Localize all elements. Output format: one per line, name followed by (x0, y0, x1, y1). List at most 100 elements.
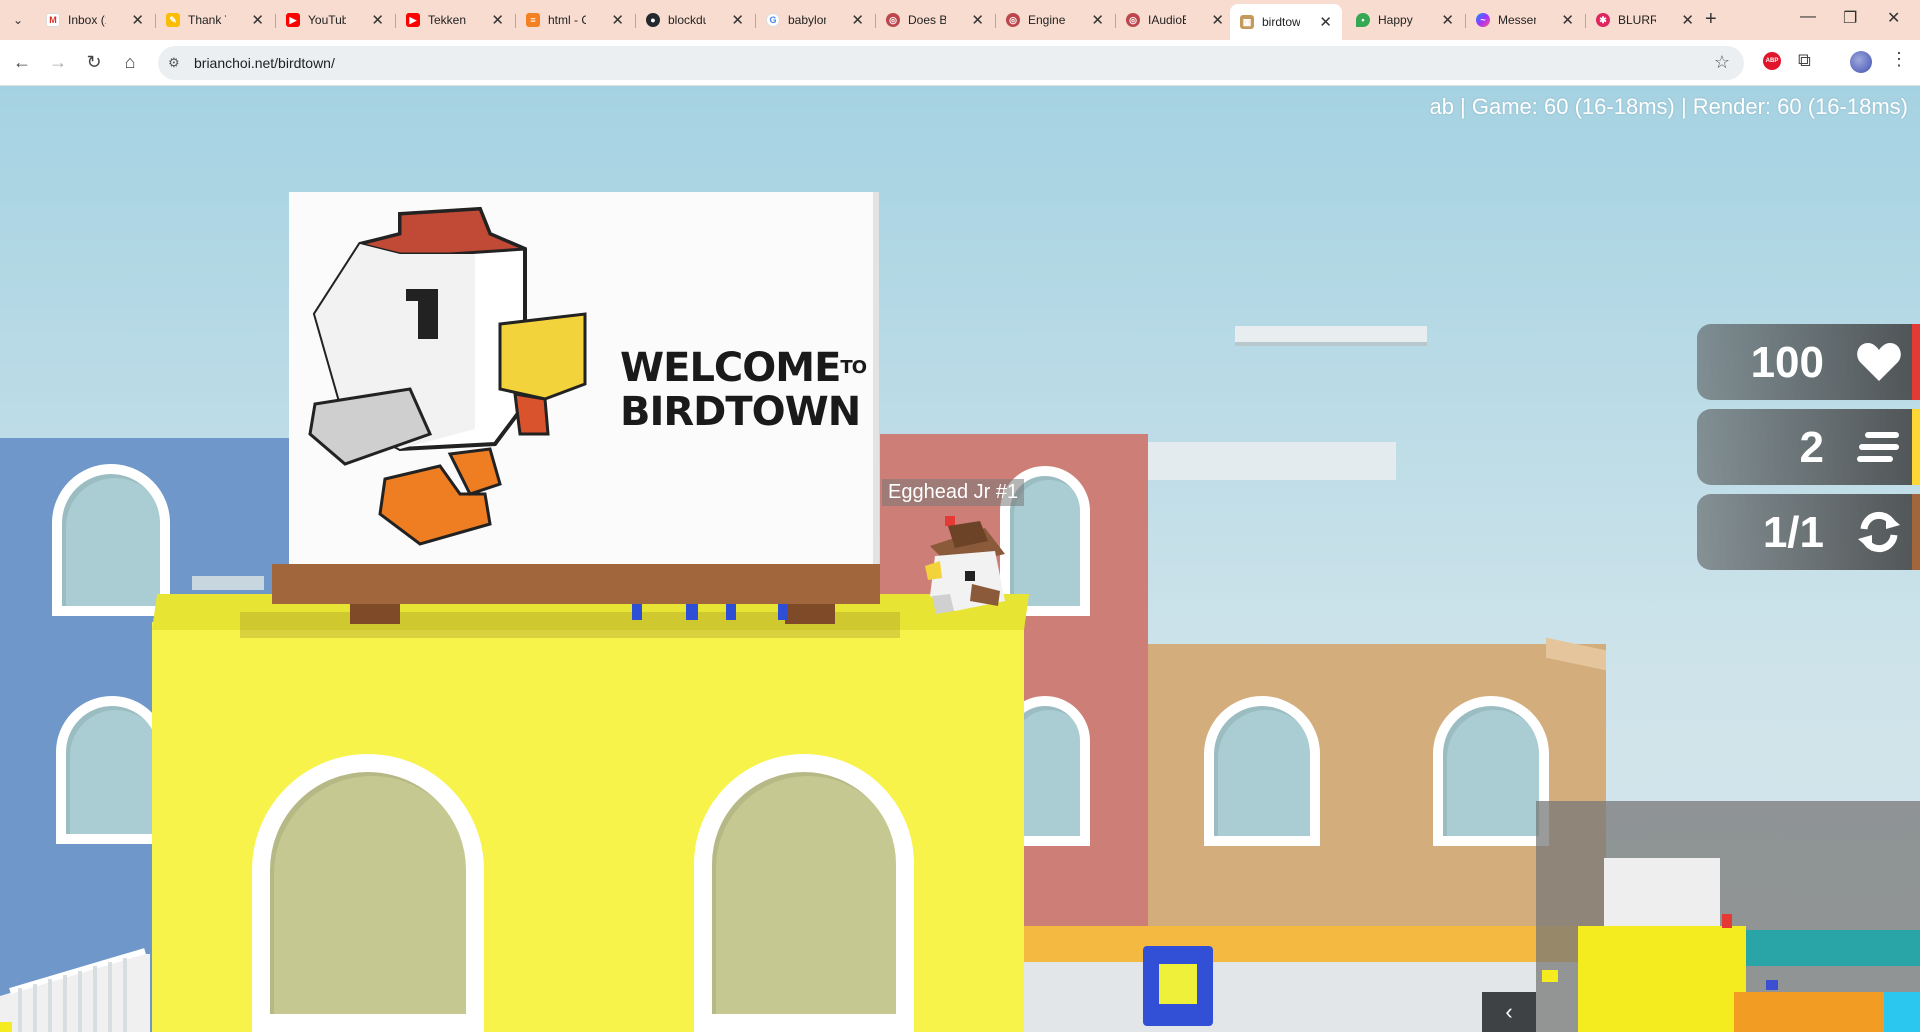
performance-counter: ab | Game: 60 (16-18ms) | Render: 60 (16… (1429, 94, 1908, 119)
extensions-icon[interactable]: ⧉ (1798, 50, 1811, 71)
respawn-accent (1912, 494, 1920, 570)
close-icon[interactable]: ✕ (731, 11, 744, 29)
tab-title: Tekken 3 (428, 13, 466, 27)
white-block (1604, 858, 1720, 934)
close-icon[interactable]: ✕ (1211, 11, 1224, 29)
close-icon[interactable]: ✕ (1091, 11, 1104, 29)
blurr-icon: ✱ (1596, 13, 1610, 27)
respawn-panel: 1/1 (1697, 494, 1920, 570)
orange-ledge (1020, 926, 1600, 962)
ammo-icon (1854, 423, 1904, 471)
tab-title: BLURR K (1618, 13, 1656, 27)
close-icon[interactable]: ✕ (251, 11, 264, 29)
reload-icon[interactable]: ↻ (82, 52, 106, 73)
close-icon[interactable]: ✕ (611, 11, 624, 29)
player-character (910, 506, 1020, 616)
home-icon[interactable]: ⌂ (118, 52, 142, 73)
railing (0, 946, 150, 1032)
tab-title: Does BJS (908, 13, 946, 27)
close-icon[interactable]: ✕ (1319, 13, 1332, 31)
ammo-value: 2 (1799, 423, 1824, 472)
restore-icon[interactable]: ❐ (1843, 8, 1857, 28)
tab-title: babylonj (788, 13, 826, 27)
babylon-icon: ◎ (886, 13, 900, 27)
close-icon[interactable]: ✕ (491, 11, 504, 29)
billboard-line2: BIRDTOWN (620, 389, 861, 435)
yellow-block (1578, 926, 1746, 1032)
address-bar[interactable]: ⚙ brianchoi.net/birdtown/ ☆ (158, 46, 1744, 80)
health-value: 100 (1750, 338, 1824, 387)
teal-block (1746, 930, 1920, 966)
orange-block (1734, 992, 1884, 1032)
tab-search-button[interactable]: ⌄ (6, 8, 30, 32)
tab-blurr[interactable]: ✱ BLURR K ✕ (1586, 6, 1704, 34)
billboard-base (272, 564, 880, 604)
tab-happy[interactable]: • Happy F ✕ (1346, 6, 1464, 34)
billboard-text: WELCOMETO BIRDTOWN (620, 346, 867, 435)
adblock-icon[interactable]: ABP (1763, 52, 1781, 70)
babylon-icon: ◎ (1126, 13, 1140, 27)
tab-babylonjs[interactable]: G babylonj ✕ (756, 6, 874, 34)
tab-does-bjs[interactable]: ◎ Does BJS ✕ (876, 6, 994, 34)
minimize-icon[interactable]: — (1800, 8, 1816, 26)
url-text[interactable]: brianchoi.net/birdtown/ (194, 55, 335, 71)
heart-icon (1854, 338, 1904, 386)
tab-thank-you[interactable]: ✎ Thank Yo ✕ (156, 6, 274, 34)
respawn-icon (1854, 508, 1904, 556)
floating-platform (1235, 326, 1427, 342)
close-icon[interactable]: ✕ (851, 11, 864, 29)
tab-inbox[interactable]: M Inbox (1 ✕ (36, 6, 154, 34)
close-icon[interactable]: ✕ (971, 11, 984, 29)
tab-youtube[interactable]: ▶ YouTube ✕ (276, 6, 394, 34)
window-close-icon[interactable]: ✕ (1887, 8, 1900, 28)
health-panel: 100 (1697, 324, 1920, 400)
tab-blockduck[interactable]: ● blockduc ✕ (636, 6, 754, 34)
profile-avatar[interactable] (1850, 51, 1872, 73)
back-icon[interactable]: ← (10, 52, 34, 73)
tab-messenger[interactable]: ~ Messeng ✕ (1466, 6, 1584, 34)
github-icon: ● (646, 13, 660, 27)
tab-title: IAudioEn (1148, 13, 1186, 27)
tab-title: Thank Yo (188, 13, 226, 27)
stackoverflow-icon: ≡ (526, 13, 540, 27)
close-icon[interactable]: ✕ (1441, 11, 1454, 29)
tab-engine[interactable]: ◎ EngineO ✕ (996, 6, 1114, 34)
window (1433, 696, 1549, 846)
collapse-panel-button[interactable]: ‹ (1482, 992, 1536, 1032)
billboard-to: TO (840, 357, 867, 378)
tab-tekken[interactable]: ▶ Tekken 3 ✕ (396, 6, 514, 34)
close-icon[interactable]: ✕ (1681, 11, 1694, 29)
menu-icon[interactable]: ⋮ (1890, 49, 1908, 70)
tab-title: Happy F (1378, 13, 1416, 27)
birdtown-icon: ▦ (1240, 15, 1254, 29)
messenger-icon: ~ (1476, 13, 1490, 27)
close-icon[interactable]: ✕ (131, 11, 144, 29)
pen-icon: ✎ (166, 13, 180, 27)
tab-title: birdtown (1262, 15, 1300, 29)
window (52, 464, 170, 616)
close-icon[interactable]: ✕ (1561, 11, 1574, 29)
youtube-icon: ▶ (406, 13, 420, 27)
google-icon: G (766, 13, 780, 27)
tab-iaudioengine[interactable]: ◎ IAudioEn ✕ (1116, 6, 1234, 34)
cyan-block (1884, 992, 1920, 1032)
blue-crate (1143, 946, 1213, 1026)
gmail-icon: M (46, 13, 60, 27)
babylon-icon: ◎ (1006, 13, 1020, 27)
respawn-value: 1/1 (1762, 508, 1824, 557)
ammo-panel: 2 (1697, 409, 1920, 485)
tab-html[interactable]: ≡ html - Ca ✕ (516, 6, 634, 34)
game-canvas[interactable]: WELCOMETO BIRDTOWN Egghead Jr #1 ab | Ga… (0, 86, 1920, 1032)
youtube-icon: ▶ (286, 13, 300, 27)
chicken-logo (300, 204, 600, 554)
tab-title: html - Ca (548, 13, 586, 27)
new-tab-button[interactable]: + (1705, 8, 1717, 31)
forward-icon[interactable]: → (46, 52, 70, 73)
tab-birdtown[interactable]: ▦ birdtown ✕ (1230, 4, 1342, 40)
ammo-accent (1912, 409, 1920, 485)
health-accent (1912, 324, 1920, 400)
tab-title: YouTube (308, 13, 346, 27)
close-icon[interactable]: ✕ (371, 11, 384, 29)
site-info-icon[interactable]: ⚙ (168, 55, 180, 71)
bookmark-star-icon[interactable]: ☆ (1714, 52, 1730, 73)
